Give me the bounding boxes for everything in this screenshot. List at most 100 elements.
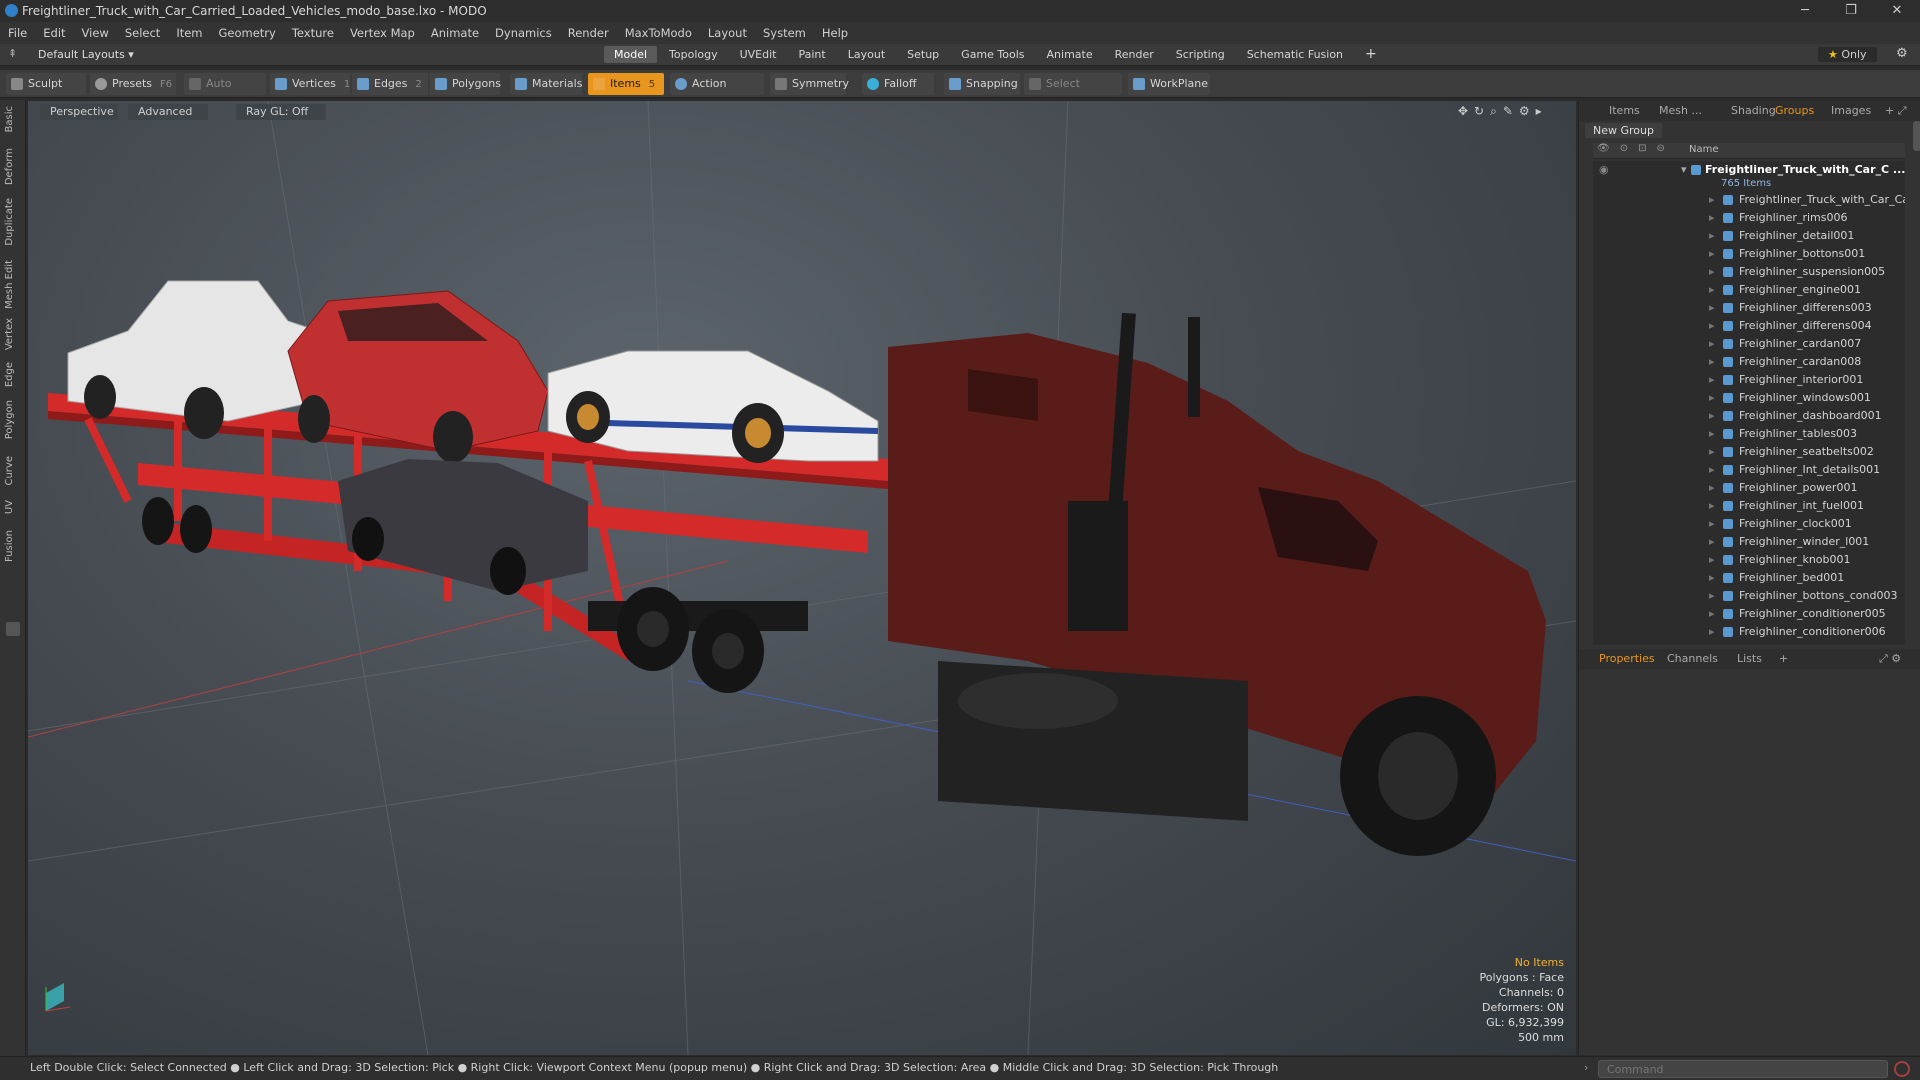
menu-help[interactable]: Help (814, 26, 856, 40)
tab-uvedit[interactable]: UVEdit (730, 46, 787, 63)
tab-channels[interactable]: Channels (1667, 652, 1718, 665)
outliner-row[interactable]: ▸ Freighliner_knob001 (1593, 551, 1905, 569)
tab-properties[interactable]: Properties (1599, 652, 1655, 665)
tree-expand-icon[interactable]: ▸ (1709, 335, 1715, 353)
left-tab-mesh-edit[interactable]: Mesh Edit (4, 260, 15, 309)
outliner-scrollbar[interactable] (1913, 121, 1920, 151)
tree-expand-icon[interactable]: ▸ (1709, 533, 1715, 551)
panel-toggle-icon[interactable] (6, 622, 20, 636)
minimize-icon[interactable]: ─ (1782, 0, 1828, 22)
outliner-row[interactable]: ▸ Freighliner_bed001 (1593, 569, 1905, 587)
materials-button[interactable]: Materials (510, 73, 582, 95)
tab-animate[interactable]: Animate (1037, 46, 1103, 63)
tree-expand-icon[interactable]: ▸ (1709, 587, 1715, 605)
tab-game-tools[interactable]: Game Tools (951, 46, 1034, 63)
left-tab-edge[interactable]: Edge (4, 362, 15, 387)
outliner-row[interactable]: ▸ Freighliner_engine001 (1593, 281, 1905, 299)
add-tab-icon[interactable]: + (1355, 46, 1387, 63)
properties-gear-icon[interactable]: ⤢ ⚙ (1879, 652, 1901, 666)
outliner-row[interactable]: ▸ Freighliner_winder_l001 (1593, 533, 1905, 551)
outliner-row[interactable]: ▸ Freighliner_conditioner005 (1593, 605, 1905, 623)
tree-expand-icon[interactable]: ▸ (1709, 461, 1715, 479)
tree-expand-icon[interactable]: ▸ (1709, 623, 1715, 641)
menu-edit[interactable]: Edit (35, 26, 73, 40)
new-group-button[interactable]: New Group (1585, 123, 1662, 138)
tree-expand-icon[interactable]: ▸ (1709, 281, 1715, 299)
outliner-row[interactable]: ▸ Freighliner_suspension005 (1593, 263, 1905, 281)
command-input[interactable] (1598, 1060, 1888, 1078)
action-center-button[interactable]: Action Center (670, 73, 764, 112)
tree-expand-icon[interactable]: ▸ (1709, 353, 1715, 371)
tab-paint[interactable]: Paint (789, 46, 836, 63)
shading-mode-button[interactable]: Advanced (128, 104, 208, 120)
outliner-row[interactable]: ▸ Freighliner_cardan007 (1593, 335, 1905, 353)
snapping-button[interactable]: Snapping (944, 73, 1020, 95)
symmetry-button[interactable]: Symmetry (770, 73, 849, 95)
tree-expand-icon[interactable]: ▸ (1709, 605, 1715, 623)
tab-topology[interactable]: Topology (659, 46, 728, 63)
tree-expand-icon[interactable]: ▸ (1709, 641, 1715, 645)
edges-button[interactable]: Edges 2 (352, 73, 428, 95)
menu-texture[interactable]: Texture (284, 26, 342, 40)
restore-icon[interactable]: ❐ (1828, 0, 1874, 22)
outliner-row[interactable]: ▸ Freighliner_bottons_cond004 (1593, 641, 1905, 645)
tree-expand-icon[interactable]: ▸ (1709, 443, 1715, 461)
menu-file[interactable]: File (0, 26, 35, 40)
select-through-button[interactable]: Select Through (1024, 73, 1122, 112)
presets-button[interactable]: Presets F6 (90, 73, 176, 95)
outliner-row[interactable]: ▸ Freighliner_interior001 (1593, 371, 1905, 389)
left-tab-uv[interactable]: UV (4, 500, 15, 514)
tab-render[interactable]: Render (1105, 46, 1164, 63)
tab-lists[interactable]: Lists (1737, 652, 1762, 665)
tree-expand-icon[interactable]: ▸ (1709, 209, 1715, 227)
tree-expand-icon[interactable]: ▸ (1709, 299, 1715, 317)
menu-item[interactable]: Item (168, 26, 210, 40)
raygl-button[interactable]: Ray GL: Off (236, 104, 326, 120)
panel-expand-icon[interactable]: + ⤢ (1885, 104, 1907, 118)
outliner-row[interactable]: ▸ Freighliner_differens003 (1593, 299, 1905, 317)
menu-render[interactable]: Render (560, 26, 617, 40)
tree-expand-icon[interactable]: ▸ (1709, 245, 1715, 263)
menu-dynamics[interactable]: Dynamics (487, 26, 560, 40)
tree-expand-icon[interactable]: ▸ (1709, 479, 1715, 497)
outliner-row[interactable]: ▸ Freighliner_windows001 (1593, 389, 1905, 407)
3d-viewport[interactable]: Perspective Advanced Ray GL: Off ✥↻⌕✎⚙▸ … (28, 101, 1576, 1055)
menu-layout[interactable]: Layout (700, 26, 755, 40)
left-tab-basic[interactable]: Basic (4, 106, 15, 132)
viewport-nav-icons[interactable]: ✥↻⌕✎⚙▸ (1458, 104, 1548, 119)
menu-vertex-map[interactable]: Vertex Map (342, 26, 423, 40)
record-icon[interactable] (1894, 1061, 1910, 1077)
tree-expand-icon[interactable]: ▸ (1709, 407, 1715, 425)
menu-view[interactable]: View (74, 26, 117, 40)
tab-schematic-fusion[interactable]: Schematic Fusion (1237, 46, 1353, 63)
left-tab-deform[interactable]: Deform (4, 148, 15, 185)
items-button[interactable]: Items 5 (588, 73, 664, 95)
outliner-row[interactable]: ▸ Freighliner_rims006 (1593, 209, 1905, 227)
left-tab-duplicate[interactable]: Duplicate (4, 198, 15, 246)
gear-icon[interactable]: ⚙ (1896, 46, 1908, 61)
tree-expand-icon[interactable]: ▸ (1709, 425, 1715, 443)
add-properties-tab-icon[interactable]: + (1779, 652, 1788, 665)
outliner-row[interactable]: ▸ Freighliner_power001 (1593, 479, 1905, 497)
outliner-row[interactable]: ▸ Freighliner_clock001 (1593, 515, 1905, 533)
falloff-button[interactable]: Falloff (862, 73, 934, 95)
tab-scripting[interactable]: Scripting (1166, 46, 1235, 63)
outliner-row[interactable]: ▸ Freighliner_tables003 (1593, 425, 1905, 443)
tree-expand-icon[interactable]: ▸ (1709, 515, 1715, 533)
vertices-button[interactable]: Vertices 1 (270, 73, 350, 95)
outliner-row[interactable]: ▸ Freighliner_bottons001 (1593, 245, 1905, 263)
menu-maxtomodo[interactable]: MaxToModo (617, 26, 700, 40)
view-type-button[interactable]: Perspective (40, 104, 118, 120)
outliner-row[interactable]: ▸ Freighliner_int_fuel001 (1593, 497, 1905, 515)
tab-images[interactable]: Images (1831, 104, 1871, 117)
tree-expand-icon[interactable]: ▸ (1709, 371, 1715, 389)
outliner-row[interactable]: ▸ Freighliner_seatbelts002 (1593, 443, 1905, 461)
tab-shading[interactable]: Shading (1731, 104, 1776, 117)
left-tab-polygon[interactable]: Polygon (4, 400, 15, 439)
name-column-header[interactable]: Name (1689, 144, 1719, 155)
outliner-row[interactable]: ▸ Freightliner_Truck_with_Car_Carri ... (1593, 191, 1905, 209)
tab-groups[interactable]: Groups (1775, 104, 1814, 117)
left-tab-vertex[interactable]: Vertex (4, 318, 15, 350)
workplane-button[interactable]: WorkPlane (1128, 73, 1210, 95)
tree-expand-icon[interactable]: ▸ (1709, 263, 1715, 281)
